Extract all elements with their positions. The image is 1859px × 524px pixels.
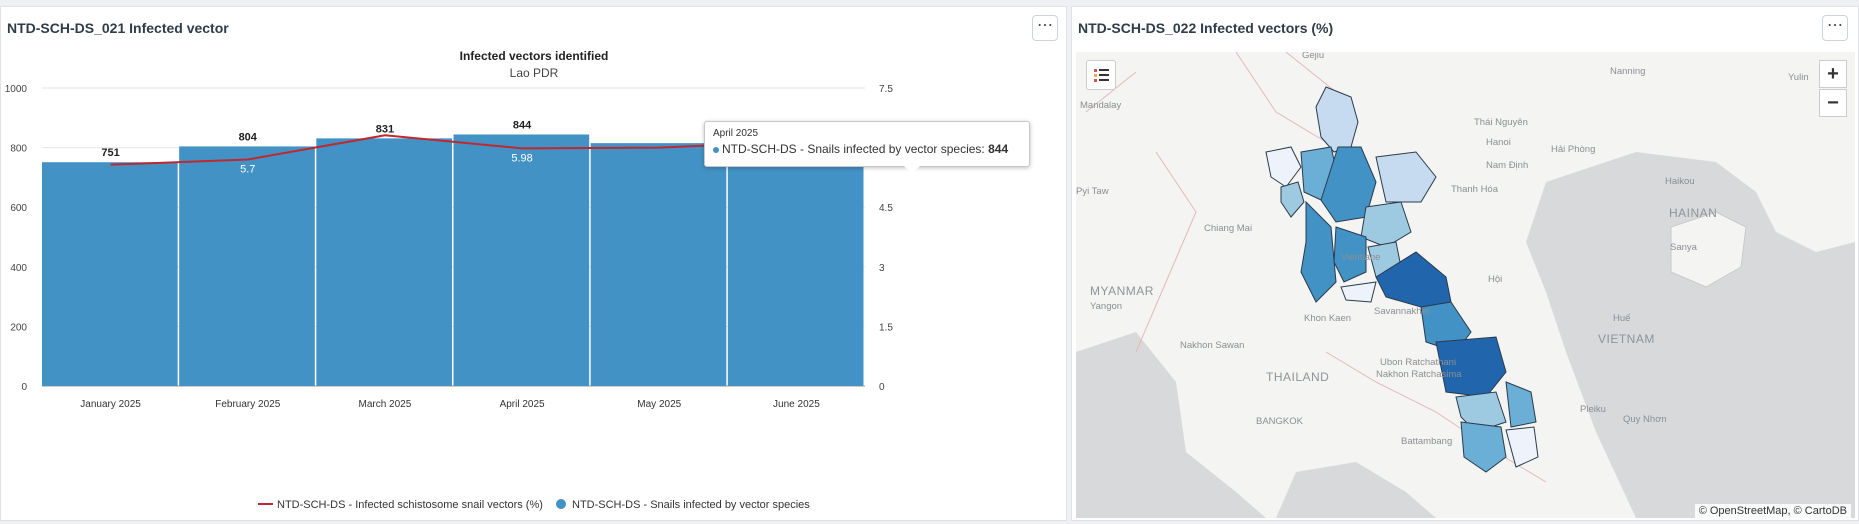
map-label: Battambang <box>1401 436 1453 447</box>
tooltip-value: 844 <box>988 142 1009 156</box>
map-label: Nakhon Ratchasima <box>1376 369 1462 380</box>
bar[interactable] <box>42 162 178 386</box>
y-axis-left-tick: 800 <box>10 144 27 155</box>
zoom-in-button[interactable]: + <box>1819 60 1847 88</box>
bar[interactable] <box>453 134 590 386</box>
bar[interactable] <box>316 138 452 386</box>
province-luang-namtha <box>1265 146 1302 188</box>
map-label: THAILAND <box>1266 370 1330 384</box>
map-label: Yangon <box>1090 301 1123 312</box>
map-label: Quy Nhơn <box>1623 414 1667 425</box>
map-label: Mandalay <box>1080 100 1122 111</box>
tooltip-series-label: NTD-SCH-DS - Snails infected by vector s… <box>722 142 985 156</box>
legend-dot-swatch <box>556 499 566 509</box>
legend-item-percent[interactable]: NTD-SCH-DS - Infected schistosome snail … <box>277 499 543 511</box>
more-horizontal-icon: ⋯ <box>1827 17 1843 34</box>
chart-subtitle: Lao PDR <box>510 66 559 80</box>
gulf-of-thailand <box>1276 462 1436 518</box>
minus-icon: − <box>1827 92 1839 114</box>
map-label: Nakhon Sawan <box>1180 340 1245 351</box>
map-label: MYANMAR <box>1090 284 1154 298</box>
x-axis-tick: June 2025 <box>773 399 820 410</box>
line-value-label: 5.7 <box>240 164 255 176</box>
andaman-sea <box>1076 332 1266 518</box>
bar-value-label: 804 <box>239 131 258 143</box>
map-label: Yulin <box>1788 72 1809 83</box>
tooltip-caret <box>904 166 920 174</box>
province-champasak <box>1460 421 1507 473</box>
province-sayaboury <box>1300 200 1337 303</box>
map-label: Savannakhet <box>1374 306 1430 317</box>
legend-item-snails[interactable]: NTD-SCH-DS - Snails infected by vector s… <box>572 499 810 511</box>
map-label: Vientiane <box>1341 252 1381 263</box>
map-label: VIETNAM <box>1598 332 1655 346</box>
y-axis-left-tick: 0 <box>21 382 27 393</box>
map-view[interactable]: + − Gejiu Nanning Yulin Mandalay Thái Ng… <box>1076 52 1855 518</box>
map-label: Huế <box>1613 313 1631 324</box>
map-label: Hanoi <box>1486 137 1511 148</box>
map-attribution: © OpenStreetMap, © CartoDB <box>1694 504 1851 518</box>
y-axis-right-tick: 4.5 <box>879 203 893 214</box>
province-phongsaly <box>1315 86 1359 153</box>
province-xiengkhouang <box>1360 201 1412 248</box>
bar[interactable] <box>179 146 315 386</box>
map-label: Pleiku <box>1580 404 1606 415</box>
y-axis-left-tick: 200 <box>10 322 27 333</box>
bar-value-label: 844 <box>513 119 532 131</box>
map-label: Khon Kaen <box>1304 313 1352 324</box>
map-label: Sanya <box>1670 242 1697 253</box>
panel-title: NTD-SCH-DS_022 Infected vectors (%) <box>1078 20 1334 36</box>
province-houaphan <box>1375 151 1437 203</box>
province-vientiane-capital <box>1340 281 1377 303</box>
bar-value-label: 831 <box>376 123 394 135</box>
map-label: Thái Nguyên <box>1474 117 1528 128</box>
list-icon <box>1094 69 1109 82</box>
legend-toggle-button[interactable] <box>1086 60 1116 90</box>
more-options-button[interactable]: ⋯ <box>1822 15 1848 41</box>
tooltip-dot-icon <box>713 146 719 153</box>
y-axis-left-tick: 600 <box>10 203 27 214</box>
x-axis-tick: January 2025 <box>80 399 141 410</box>
x-axis-tick: May 2025 <box>637 399 681 410</box>
province-sekong <box>1505 381 1537 428</box>
y-axis-right-tick: 0 <box>879 382 885 393</box>
map-label: Gejiu <box>1302 52 1325 61</box>
x-axis-tick: February 2025 <box>215 399 280 410</box>
y-axis-right-tick: 3 <box>879 263 885 274</box>
zoom-out-button[interactable]: − <box>1819 89 1847 117</box>
map-label: Hội <box>1488 274 1503 285</box>
map-label: BANGKOK <box>1256 416 1303 427</box>
bar[interactable] <box>590 143 727 386</box>
map-label: HAINAN <box>1669 206 1718 220</box>
province-bokeo <box>1280 181 1305 218</box>
y-axis-left-tick: 1000 <box>5 84 28 95</box>
bar-line-chart: Infected vectors identified Lao PDR 0 200… <box>5 49 894 511</box>
map-label: Pyi Taw <box>1076 186 1109 197</box>
chart-title: Infected vectors identified <box>460 49 609 63</box>
map-basemap <box>1076 52 1855 518</box>
map-label: Thanh Hóa <box>1451 184 1499 195</box>
map-label: Hải Phòng <box>1551 144 1596 155</box>
tooltip-date: April 2025 <box>713 128 759 139</box>
map-label: Chiang Mai <box>1204 223 1253 234</box>
plus-icon: + <box>1827 63 1839 85</box>
y-axis-right-tick: 7.5 <box>879 84 893 95</box>
line-value-label: 5.98 <box>511 152 532 164</box>
map-label: Nanning <box>1610 66 1646 77</box>
bar[interactable] <box>727 147 864 386</box>
x-axis-tick: March 2025 <box>359 399 412 410</box>
map-label: Haikou <box>1665 176 1695 187</box>
chart-legend: NTD-SCH-DS - Infected schistosome snail … <box>258 499 810 511</box>
map-label: Nam Định <box>1486 160 1529 171</box>
x-axis-tick: April 2025 <box>500 399 545 410</box>
chart-panel: NTD-SCH-DS_021 Infected vector ⋯ Infecte… <box>0 6 1067 521</box>
bar-value-label: 751 <box>101 147 119 159</box>
map-panel: NTD-SCH-DS_022 Infected vectors (%) ⋯ + … <box>1071 6 1859 521</box>
y-axis-left-tick: 400 <box>10 263 27 274</box>
chart-tooltip: April 2025 NTD-SCH-DS - Snails infected … <box>704 121 1030 167</box>
y-axis-right-tick: 1.5 <box>879 322 893 333</box>
map-label: Ubon Ratchathani <box>1380 357 1457 368</box>
